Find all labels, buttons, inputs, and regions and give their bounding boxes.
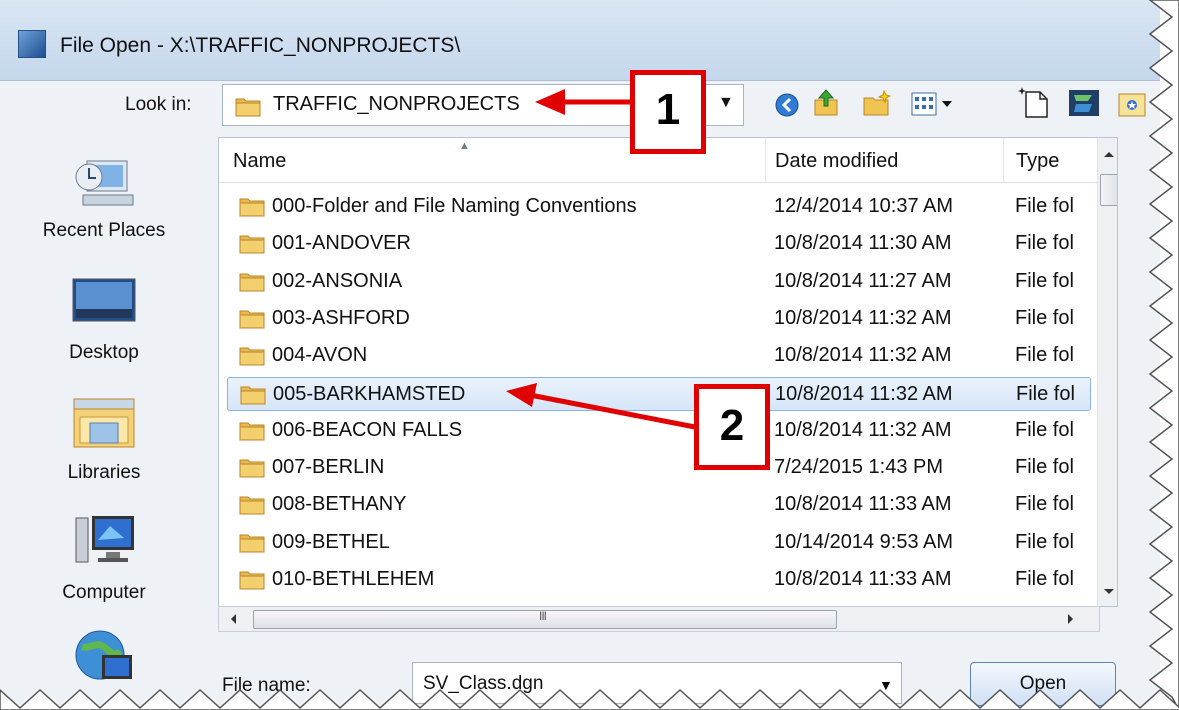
- torn-edge-overlay: [0, 0, 1179, 710]
